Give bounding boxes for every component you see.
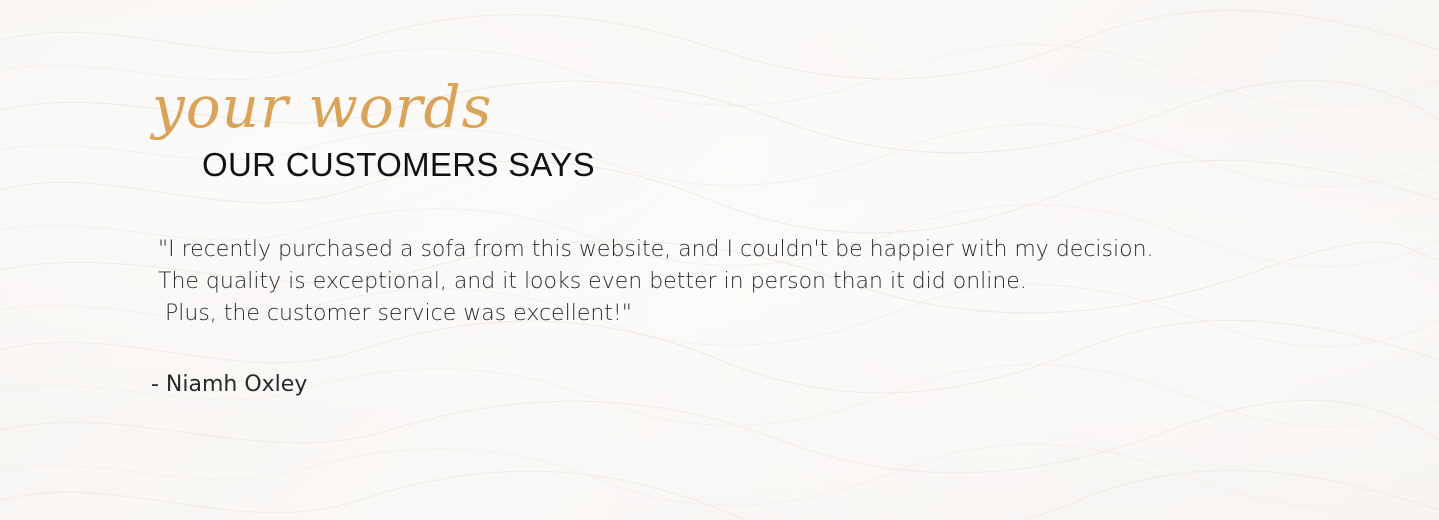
- quote-line-3: Plus, the customer service was excellent…: [158, 301, 632, 326]
- testimonial-quote: "I recently purchased a sofa from this w…: [158, 234, 1308, 330]
- quote-line-1: "I recently purchased a sofa from this w…: [158, 237, 1154, 262]
- section-title: OUR CUSTOMERS SAYS: [202, 146, 595, 183]
- script-title: your words: [152, 73, 493, 141]
- testimonial-author: - Niamh Oxley: [151, 372, 308, 397]
- section-heading: your words OUR CUSTOMERS SAYS: [150, 78, 670, 188]
- quote-line-2: The quality is exceptional, and it looks…: [158, 269, 1027, 294]
